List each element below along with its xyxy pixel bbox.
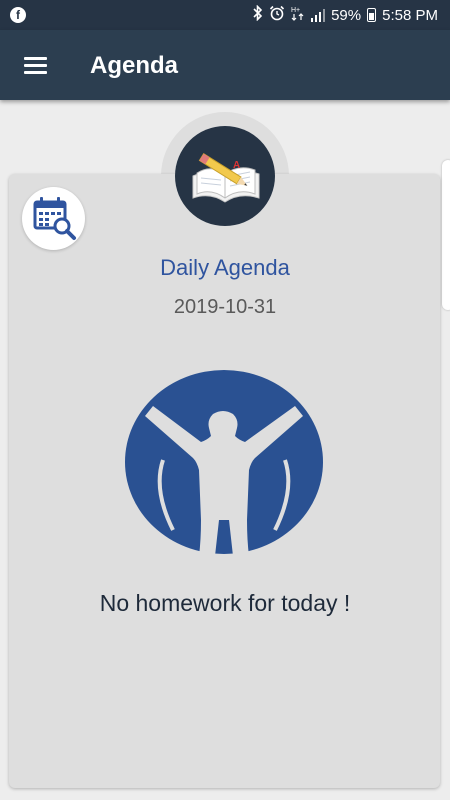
daily-agenda-title: Daily Agenda xyxy=(160,255,290,280)
agenda-date: 2019-10-31 xyxy=(173,296,277,318)
hd-icon: H+ xyxy=(291,5,305,25)
app-toolbar: Agenda xyxy=(0,30,450,100)
side-drawer-handle[interactable] xyxy=(442,160,450,310)
calendar-search-button[interactable] xyxy=(22,187,85,250)
hamburger-menu-icon[interactable] xyxy=(14,44,56,86)
calendar-search-icon xyxy=(33,197,76,240)
book-pencil-icon: A xyxy=(175,126,275,226)
battery-icon xyxy=(367,8,377,22)
signal-icon xyxy=(311,8,326,22)
battery-percent: 59% xyxy=(331,6,362,24)
celebrating-person-icon xyxy=(123,370,325,556)
svg-text:H+: H+ xyxy=(291,7,300,14)
status-bar: f H+ 59% 5:58 PM xyxy=(0,0,450,30)
alarm-icon xyxy=(269,5,285,25)
page-title: Agenda xyxy=(90,52,179,79)
empty-state-message: No homework for today ! xyxy=(99,590,351,616)
clock: 5:58 PM xyxy=(382,6,438,24)
bluetooth-icon xyxy=(253,4,263,25)
facebook-icon: f xyxy=(10,7,26,23)
status-icons: H+ 59% 5:58 PM xyxy=(253,0,438,30)
svg-text:A: A xyxy=(233,160,240,171)
